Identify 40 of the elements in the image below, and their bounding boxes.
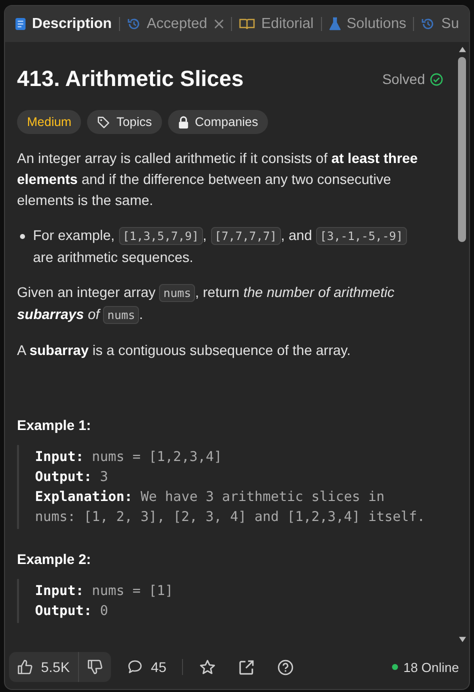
list-item-text: For example, [1,3,5,7,9] , [7,7,7,7] , and [3,-1,-5,-9] are arithmetic sequences. — [33, 225, 418, 268]
tab[interactable]: Solutions — [328, 16, 406, 32]
doc-icon — [15, 17, 26, 31]
example-heading: Example 2: — [17, 551, 92, 567]
paragraph: Given an integer array nums , return the number of arithmetic subarrays of nums . — [17, 283, 396, 326]
topics-button[interactable]: Topics — [87, 110, 162, 134]
tab[interactable]: Editorial — [239, 16, 314, 32]
example-line: Explanation: We have 3 arithmetic slices in nums: [1, 2, 3], [2, 3, 4] and [1,2,3,4] itself. — [35, 488, 426, 527]
example-line: Output: 0 — [35, 602, 110, 621]
example-line: Input: nums = [1] — [35, 582, 174, 601]
example-line: Output: 3 — [35, 468, 110, 487]
paragraph: A subarray is a contiguous subsequence of the array. — [17, 341, 352, 360]
online-dot-icon — [392, 664, 398, 670]
speech-bubble-icon — [126, 659, 143, 675]
thumbs-down-icon — [86, 659, 103, 675]
example-heading: Example 1: — [17, 417, 92, 433]
tab[interactable]: Description — [15, 16, 112, 32]
thumbs-up-icon — [17, 659, 33, 675]
book-icon — [239, 18, 256, 30]
comments-button[interactable]: 45 — [120, 652, 172, 682]
companies-button[interactable]: Companies — [168, 110, 268, 134]
history-icon — [126, 17, 141, 31]
scrollbar-thumb[interactable] — [458, 57, 466, 242]
scroll-down-icon[interactable] — [458, 636, 466, 643]
lock-icon — [178, 116, 189, 128]
flask-icon — [328, 17, 341, 31]
history-icon — [421, 17, 436, 31]
tag-icon — [97, 116, 110, 128]
scroll-up-icon[interactable] — [458, 46, 466, 53]
status-label: Solved — [382, 71, 425, 87]
close-icon[interactable] — [214, 19, 224, 29]
like-button[interactable]: 5.5K — [9, 652, 78, 682]
tab[interactable]: Su — [421, 16, 460, 32]
paragraph: An integer array is called arithmetic if it consists of at least three elements and if the difference between any two consecutive elements is the same. — [17, 149, 419, 210]
online-count: 18 Online — [403, 660, 459, 674]
problem-title: 413. Arithmetic Slices — [17, 66, 244, 92]
example-line: Input: nums = [1,2,3,4] — [35, 448, 223, 467]
bullet-icon — [20, 234, 25, 239]
difficulty-label: Medium — [17, 110, 82, 134]
tab[interactable]: Accepted — [126, 16, 208, 32]
